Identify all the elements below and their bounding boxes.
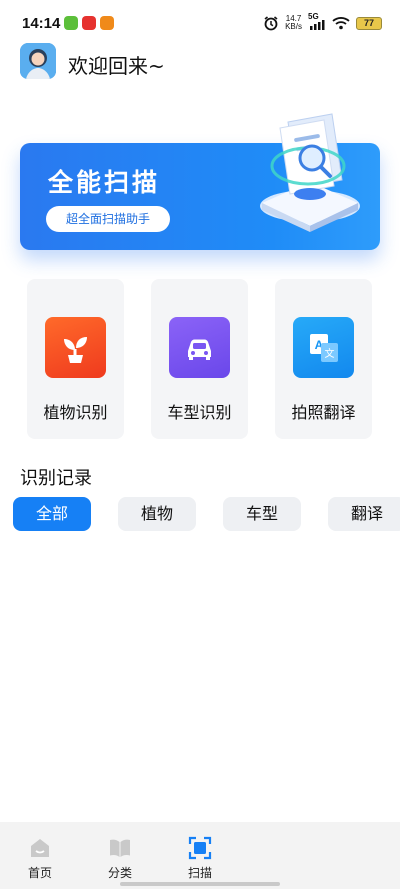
status-right-group: 14.7 KB/s 5G 77 xyxy=(263,12,382,32)
filter-chip-translate[interactable]: 翻译 xyxy=(328,497,400,531)
battery-indicator: 77 xyxy=(356,16,382,30)
bottom-nav: 首页 分类 扫描 xyxy=(0,822,400,889)
wifi-icon xyxy=(332,17,350,30)
filter-chip-plant[interactable]: 植物 xyxy=(118,497,196,531)
app-screen: 14:14 14.7 KB/s 5G 77 欢迎回来~ 全能扫描 超全面扫描助手… xyxy=(0,0,400,889)
feature-label: 植物识别 xyxy=(43,403,108,422)
user-avatar-icon xyxy=(20,43,56,79)
feature-card-translate[interactable]: A 文 拍照翻译 xyxy=(275,279,372,439)
filter-chip-car[interactable]: 车型 xyxy=(223,497,301,531)
filter-chip-all[interactable]: 全部 xyxy=(13,497,91,531)
app-notification-icon xyxy=(100,16,114,30)
net-speed: 14.7 KB/s xyxy=(285,15,302,31)
avatar[interactable] xyxy=(20,43,56,79)
home-icon xyxy=(31,839,49,857)
plant-icon xyxy=(45,317,106,378)
home-indicator[interactable] xyxy=(120,882,280,886)
records-title: 识别记录 xyxy=(20,468,92,489)
nav-category[interactable]: 分类 xyxy=(90,822,150,889)
nav-home[interactable]: 首页 xyxy=(10,822,70,889)
status-bar: 14:14 14.7 KB/s 5G 77 xyxy=(0,0,400,46)
app-notification-icon xyxy=(64,16,78,30)
document-scan-illustration-icon xyxy=(260,113,360,232)
feature-card-plant[interactable]: 植物识别 xyxy=(27,279,124,439)
feature-card-car[interactable]: 车型识别 xyxy=(151,279,248,439)
feature-label: 车型识别 xyxy=(167,403,232,422)
greeting-text: 欢迎回来~ xyxy=(68,54,165,78)
scan-icon xyxy=(188,836,212,860)
nav-label: 扫描 xyxy=(187,866,212,880)
book-icon xyxy=(110,839,130,857)
alarm-icon xyxy=(264,16,278,31)
feature-label: 拍照翻译 xyxy=(291,403,356,422)
signal-icon: 5G xyxy=(308,12,326,31)
translate-icon: A 文 xyxy=(293,317,354,378)
nav-label: 分类 xyxy=(107,866,132,880)
app-notification-icon xyxy=(82,16,96,30)
banner-title: 全能扫描 xyxy=(48,168,161,197)
svg-text:文: 文 xyxy=(325,347,335,360)
nav-label: 首页 xyxy=(27,866,52,880)
net-speed-unit: KB/s xyxy=(285,22,302,31)
status-time: 14:14 xyxy=(22,15,61,32)
nav-scan[interactable]: 扫描 xyxy=(170,822,230,889)
car-icon xyxy=(169,317,230,378)
banner-button[interactable]: 超全面扫描助手 xyxy=(46,206,170,232)
